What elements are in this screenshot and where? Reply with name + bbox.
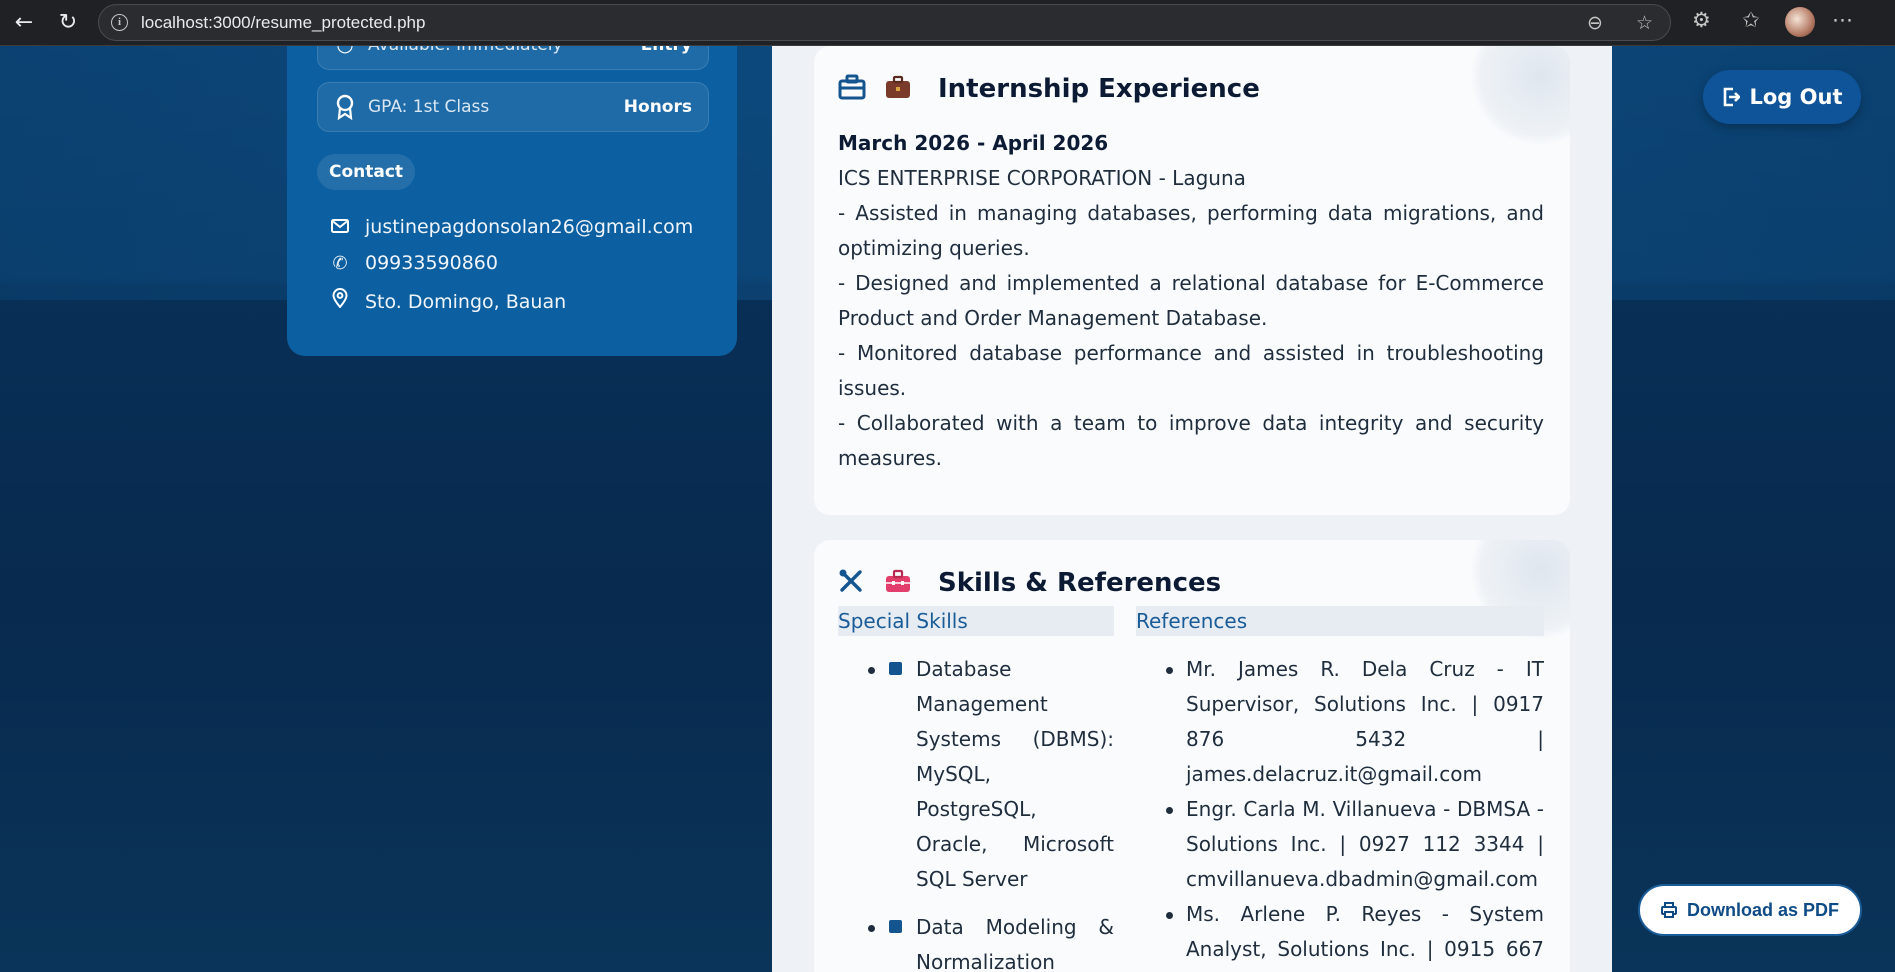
skill-text: Database Management Systems (DBMS): MySQ…	[916, 657, 1114, 891]
logout-icon	[1722, 70, 1741, 124]
skill-text: Data Modeling & Normalization	[916, 915, 1114, 972]
briefcase-outline-icon	[838, 74, 866, 102]
phone-text: 09933590860	[365, 252, 498, 274]
logout-label: Log Out	[1749, 85, 1843, 109]
reload-icon[interactable]: ↻	[54, 9, 82, 37]
internship-bullet: - Designed and implemented a relational …	[838, 271, 1544, 330]
square-bullet-icon	[889, 662, 902, 675]
bullet-dot	[868, 925, 875, 932]
back-arrow-icon[interactable]: ←	[10, 9, 38, 37]
reference-text: Mr. James R. Dela Cruz - IT Supervisor, …	[1186, 657, 1544, 786]
availability-value: Entry	[641, 46, 692, 55]
skills-list: Database Management Systems (DBMS): MySQ…	[838, 652, 1114, 972]
logout-button[interactable]: Log Out	[1703, 70, 1861, 124]
favorite-star-icon[interactable]: ☆	[1636, 12, 1653, 34]
list-item: Data Modeling & Normalization	[838, 910, 1114, 972]
briefcase-emoji-icon	[884, 74, 912, 102]
skills-references-title: Skills & References	[938, 568, 1222, 598]
contact-email[interactable]: justinepagdonsolan26@gmail.com	[329, 216, 693, 238]
reference-text: Ms. Arlene P. Reyes - System Analyst, So…	[1186, 902, 1544, 961]
email-text: justinepagdonsolan26@gmail.com	[365, 216, 694, 238]
internship-bullet: - Assisted in managing databases, perfor…	[838, 201, 1544, 260]
download-pdf-button[interactable]: Download as PDF	[1638, 884, 1862, 936]
bullet-dot	[1166, 807, 1173, 814]
skills-references-card: Skills & References Special Skills Refer…	[814, 540, 1570, 972]
references-list: Mr. James R. Dela Cruz - IT Supervisor, …	[1136, 652, 1544, 972]
browser-toolbar: ← ↻ i localhost:3000/resume_protected.ph…	[0, 0, 1895, 46]
location-text: Sto. Domingo, Bauan	[365, 291, 567, 313]
extensions-icon[interactable]: ⚙	[1692, 8, 1711, 32]
site-info-icon[interactable]: i	[111, 14, 128, 31]
contact-location: Sto. Domingo, Bauan	[329, 288, 566, 313]
printer-icon	[1660, 887, 1677, 935]
internship-title: Internship Experience	[938, 74, 1260, 104]
url-text: localhost:3000/resume_protected.php	[141, 13, 426, 32]
internship-company: ICS ENTERPRISE CORPORATION - Laguna	[838, 166, 1246, 190]
list-item: Ms. Arlene P. Reyes - System Analyst, So…	[1136, 897, 1544, 972]
special-skills-heading: Special Skills	[838, 606, 1114, 636]
internship-details: March 2026 - April 2026 ICS ENTERPRISE C…	[838, 126, 1544, 476]
references-heading: References	[1136, 606, 1544, 636]
resume-sidebar: ◔ Available: Immediately Entry GPA: 1st …	[287, 46, 737, 356]
bullet-dot	[1166, 667, 1173, 674]
reader-mode-icon[interactable]: ⊖	[1587, 12, 1603, 34]
bullet-dot	[1166, 912, 1173, 919]
square-bullet-icon	[889, 920, 902, 933]
internship-bullet: - Monitored database performance and ass…	[838, 341, 1544, 400]
address-bar[interactable]: i localhost:3000/resume_protected.php ⊖ …	[98, 4, 1671, 41]
resume-main-column: Internship Experience March 2026 - April…	[772, 46, 1612, 972]
tools-icon	[838, 568, 866, 596]
profile-avatar[interactable]	[1785, 7, 1815, 37]
location-pin-icon	[329, 288, 351, 313]
bullet-dot	[868, 667, 875, 674]
download-pdf-label: Download as PDF	[1686, 900, 1839, 920]
more-menu-icon[interactable]: ⋯	[1832, 8, 1853, 32]
internship-bullet: - Collaborated with a team to improve da…	[838, 411, 1544, 470]
availability-row: ◔ Available: Immediately Entry	[317, 46, 709, 70]
award-ribbon-icon	[334, 94, 356, 121]
availability-label: Available: Immediately	[368, 46, 563, 55]
phone-icon: ✆	[332, 253, 348, 274]
contact-phone[interactable]: ✆ 09933590860	[329, 252, 498, 274]
gpa-value: Honors	[623, 97, 692, 117]
reference-text: Engr. Carla M. Villanueva - DBMSA - Solu…	[1186, 797, 1544, 891]
list-item: Engr. Carla M. Villanueva - DBMSA - Solu…	[1136, 792, 1544, 897]
favorites-icon[interactable]: ✩	[1742, 8, 1760, 32]
page-viewport: ◔ Available: Immediately Entry GPA: 1st …	[0, 46, 1895, 972]
clock-icon: ◔	[334, 46, 356, 58]
internship-date-range: March 2026 - April 2026	[838, 131, 1109, 155]
gpa-row: GPA: 1st Class Honors	[317, 82, 709, 132]
list-item: Mr. James R. Dela Cruz - IT Supervisor, …	[1136, 652, 1544, 792]
gpa-label: GPA: 1st Class	[368, 97, 490, 117]
toolbox-emoji-icon	[884, 568, 912, 596]
internship-card: Internship Experience March 2026 - April…	[814, 46, 1570, 515]
list-item: Database Management Systems (DBMS): MySQ…	[838, 652, 1114, 897]
contact-heading: Contact	[317, 154, 416, 190]
mail-icon	[329, 217, 351, 238]
